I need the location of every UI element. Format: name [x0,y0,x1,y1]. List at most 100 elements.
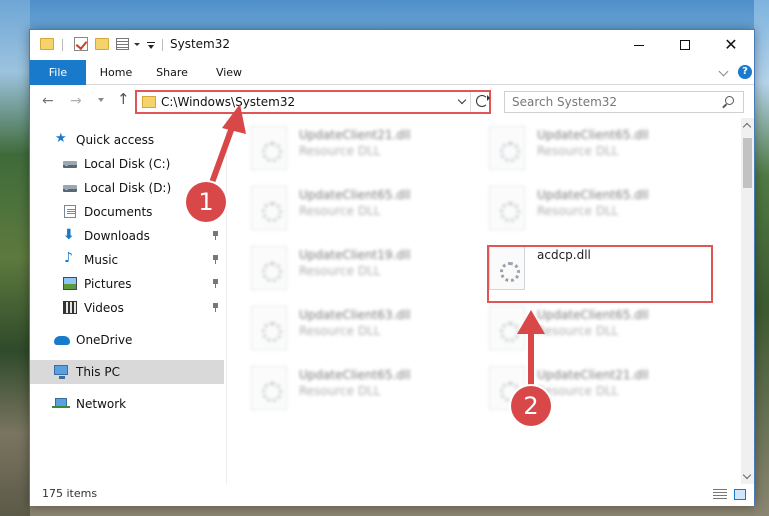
sidebar-item-label: This PC [76,365,120,379]
scroll-up-icon[interactable] [742,122,752,132]
file-tile[interactable]: UpdateClient65.dll Resource DLL [489,182,719,236]
file-name: UpdateClient65.dll [537,308,649,322]
sidebar-item-this-pc[interactable]: This PC [30,360,224,384]
documents-icon [64,205,76,218]
network-icon [52,398,70,408]
file-tile[interactable]: UpdateClient63.dll Resource DLL [251,302,481,356]
scroll-thumb[interactable] [743,138,752,188]
tab-share[interactable]: Share [154,60,190,85]
file-name: UpdateClient21.dll [537,368,649,382]
pin-icon[interactable] [212,279,219,288]
dll-file-icon [251,306,287,350]
file-type: Resource DLL [537,204,619,218]
customize-view-icon[interactable] [116,38,129,50]
details-view-icon[interactable] [713,489,727,500]
file-name: UpdateClient65.dll [299,188,411,202]
file-type: Resource DLL [537,384,619,398]
address-row: ← → ↑ C:\Windows\System32 Search System3… [30,86,754,118]
title-bar: System32 ✕ [30,30,754,60]
maximize-icon [680,40,690,50]
window-title: System32 [170,37,231,51]
sidebar-item-label: Videos [84,301,124,315]
item-count: 175 items [42,487,98,500]
dll-file-icon [489,186,525,230]
dll-file-icon [251,366,287,410]
tab-view[interactable]: View [212,60,246,85]
desktop-background-right [754,0,769,516]
folder-icon [142,96,156,108]
forward-arrow-icon[interactable]: → [70,94,82,108]
drive-icon [63,161,77,168]
dll-file-icon [489,126,525,170]
file-name: UpdateClient21.dll [299,128,411,142]
sidebar-item-local-disk-c[interactable]: Local Disk (C:) [30,152,224,176]
properties-check-icon[interactable] [74,37,88,51]
file-tile[interactable]: UpdateClient65.dll Resource DLL [489,302,719,356]
close-button[interactable]: ✕ [708,30,754,60]
file-name: UpdateClient65.dll [537,128,649,142]
search-placeholder: Search System32 [512,95,618,109]
pin-icon[interactable] [212,255,219,264]
sidebar-item-label: OneDrive [76,333,133,347]
dll-file-icon [251,246,287,290]
file-tile[interactable]: UpdateClient65.dll Resource DLL [489,122,719,176]
address-bar[interactable]: C:\Windows\System32 [135,90,491,114]
pictures-icon [63,277,77,290]
large-icons-view-icon[interactable] [734,489,746,500]
file-tile[interactable]: UpdateClient21.dll Resource DLL [251,122,481,176]
sidebar-item-label: Local Disk (C:) [84,157,171,171]
search-input[interactable]: Search System32 [504,91,744,113]
sidebar-item-downloads[interactable]: ⬇ Downloads [30,224,224,248]
recent-locations-icon[interactable] [98,98,104,102]
sidebar-item-label: Local Disk (D:) [84,181,172,195]
sidebar-item-label: Pictures [84,277,132,291]
minimize-button[interactable] [616,30,662,60]
minimize-icon [634,44,644,46]
refresh-icon[interactable] [476,95,490,107]
help-icon[interactable]: ? [738,65,752,79]
folder-icon [40,38,54,50]
pin-icon[interactable] [212,303,219,312]
download-arrow-icon: ⬇ [63,227,75,243]
sidebar-item-label: Music [84,253,119,267]
tab-file[interactable]: File [30,60,86,85]
sidebar-item-network[interactable]: Network [30,392,224,416]
sidebar-item-onedrive[interactable]: OneDrive [30,328,224,352]
chevron-down-icon[interactable] [457,95,467,105]
videos-icon [63,301,77,314]
dll-file-icon [251,126,287,170]
file-tile[interactable]: UpdateClient65.dll Resource DLL [251,362,481,416]
dll-file-icon [489,306,525,350]
vertical-scrollbar[interactable] [741,118,754,484]
close-icon: ✕ [724,35,738,54]
expand-ribbon-icon[interactable] [718,66,729,77]
search-icon[interactable] [725,96,734,105]
music-note-icon: ♪ [64,250,73,266]
maximize-button[interactable] [662,30,708,60]
drive-icon [63,185,77,192]
pin-icon[interactable] [212,231,219,240]
caret-down-icon[interactable] [134,43,140,46]
sidebar-item-pictures[interactable]: Pictures [30,272,224,296]
scroll-down-icon[interactable] [742,470,752,480]
back-arrow-icon[interactable]: ← [42,94,54,108]
file-type: Resource DLL [299,264,381,278]
sidebar-item-quick-access[interactable]: ★ Quick access [30,128,224,152]
sidebar-item-music[interactable]: ♪ Music [30,248,224,272]
star-icon: ★ [55,131,67,146]
step-marker-2: 2 [511,386,551,426]
step-marker-1: 1 [186,182,226,222]
tab-home[interactable]: Home [98,60,134,85]
file-tile[interactable]: UpdateClient65.dll Resource DLL [251,182,481,236]
file-type: Resource DLL [537,324,619,338]
title-separator [162,39,163,51]
navigation-pane: ★ Quick access Local Disk (C:) Local Dis… [30,118,226,484]
quick-access-toolbar-menu-icon[interactable] [147,42,155,49]
new-folder-icon[interactable] [95,38,109,50]
up-arrow-icon[interactable]: ↑ [117,92,130,107]
sidebar-item-videos[interactable]: Videos [30,296,224,320]
file-type: Resource DLL [299,144,381,158]
file-type: Resource DLL [299,384,381,398]
address-path[interactable]: C:\Windows\System32 [161,95,295,109]
file-tile[interactable]: UpdateClient19.dll Resource DLL [251,242,481,296]
